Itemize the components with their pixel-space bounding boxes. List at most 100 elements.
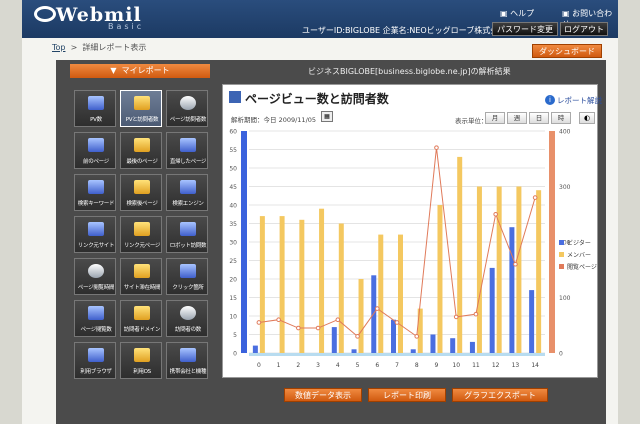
bar-visitor (529, 290, 535, 353)
unit-month-button[interactable]: 月 (485, 112, 505, 124)
line-point (473, 311, 479, 317)
y-tick-left: 55 (229, 147, 237, 154)
menu-item-label: 直帰したページ (169, 159, 207, 165)
analysis-period: 解析期間：今日 2009/11/05 (231, 116, 317, 124)
menu-item-label: 前のページ (83, 159, 109, 165)
y-tick-left: 50 (229, 166, 237, 173)
print-report-button[interactable]: レポート印刷 (368, 388, 446, 402)
bar-visitor (252, 345, 258, 353)
bar-member (398, 234, 403, 353)
line-point (296, 325, 301, 331)
logout-button[interactable]: ログアウト (560, 22, 608, 36)
bar-member (457, 156, 463, 353)
unit-week-button[interactable]: 週 (507, 112, 527, 124)
menu-item-15[interactable]: ページ閲覧数 (74, 300, 116, 337)
line-point (414, 334, 420, 339)
breadcrumb-sep: > (70, 43, 78, 52)
menu-item-19[interactable]: 利用OS (120, 342, 162, 379)
breadcrumb-top[interactable]: Top (52, 43, 66, 52)
x-tick: 4 (336, 362, 340, 369)
y-tick-left: 0 (233, 351, 237, 358)
menu-item-2[interactable]: ページ訪問者数 (166, 90, 208, 127)
os-icon (134, 348, 150, 362)
bar-member (319, 208, 325, 353)
visitor-count-icon (180, 306, 196, 320)
y-tick-right: 300 (559, 184, 571, 191)
menu-item-20[interactable]: 携帯会社と機種 (166, 342, 208, 379)
y-tick-right: 400 (559, 129, 571, 136)
y-tick-left: 35 (229, 221, 237, 228)
bar-visitor (450, 338, 456, 353)
unit-hour-button[interactable]: 時 (551, 112, 571, 124)
clock-dropdown-button[interactable]: ◐ (579, 112, 595, 124)
bar-visitor (391, 319, 396, 353)
menu-item-18[interactable]: 利用ブラウザ (74, 342, 116, 379)
left-axis-bar (241, 131, 247, 353)
bar-member (279, 216, 285, 353)
calendar-button[interactable]: ▦ (321, 111, 333, 122)
user-info: ユーザーID:BIGLOBE 企業名:NEOビッグローブ株式会社 (302, 26, 507, 35)
myreport-tab[interactable]: ▼ マイレポート (70, 64, 210, 78)
menu-item-6[interactable]: 検索キーワード (74, 174, 116, 211)
menu-item-3[interactable]: 前のページ (74, 132, 116, 169)
password-change-button[interactable]: パスワード変更 (492, 22, 558, 36)
menu-item-label: ページ閲覧時間 (77, 285, 115, 291)
chart-floor (249, 353, 545, 356)
menu-item-label: ページ閲覧数 (80, 327, 112, 333)
menu-item-17[interactable]: 訪問者の数 (166, 300, 208, 337)
menu-item-label: 検索後ページ (126, 201, 158, 207)
x-tick: 3 (316, 362, 320, 369)
menu-item-16[interactable]: 訪問者ドメイン (120, 300, 162, 337)
menu-item-label: 最後のページ (126, 159, 158, 165)
legend-swatch (559, 252, 564, 257)
menu-item-14[interactable]: クリック箇所 (166, 258, 208, 295)
line-point (532, 195, 538, 200)
menu-item-label: リンク元サイト (77, 243, 115, 249)
help-link[interactable]: ▣ ヘルプ (500, 8, 534, 19)
bar-member (516, 186, 522, 353)
y-tick-left: 10 (229, 314, 237, 321)
line-point (355, 334, 360, 339)
x-tick: 12 (492, 362, 500, 369)
bar-visitor (430, 334, 436, 353)
legend-label: メンバー (567, 252, 591, 259)
bounce-page-icon (180, 138, 196, 152)
line-point (374, 306, 380, 311)
menu-item-5[interactable]: 直帰したページ (166, 132, 208, 169)
bar-visitor (331, 327, 337, 353)
bar-member (437, 205, 443, 353)
chart-box: ページビュー数と訪問者数 i レポート解説 解析期間：今日 2009/11/05… (222, 84, 602, 378)
menu-item-13[interactable]: サイト滞在時間 (120, 258, 162, 295)
prev-page-icon (88, 138, 104, 152)
search-engine-icon (180, 180, 196, 194)
menu-item-12[interactable]: ページ閲覧時間 (74, 258, 116, 295)
report-help-link[interactable]: レポート解説 (557, 95, 602, 106)
bar-visitor (489, 267, 495, 353)
numeric-data-button[interactable]: 数値データ表示 (284, 388, 362, 402)
menu-item-4[interactable]: 最後のページ (120, 132, 162, 169)
menu-item-9[interactable]: リンク元サイト (74, 216, 116, 253)
menu-item-label: 訪問者の数 (174, 327, 201, 333)
browser-icon (88, 348, 104, 362)
dashboard-button[interactable]: ダッシュボード (532, 44, 602, 58)
graph-export-button[interactable]: グラフエクスポート (452, 388, 548, 402)
page-count-icon (88, 306, 104, 320)
info-icon[interactable]: i (545, 95, 555, 105)
menu-item-10[interactable]: リンク元ページ (120, 216, 162, 253)
menu-item-8[interactable]: 検索エンジン (166, 174, 208, 211)
link-site-icon (88, 222, 104, 236)
menu-item-0[interactable]: PV数 (74, 90, 116, 127)
menu-item-7[interactable]: 検索後ページ (120, 174, 162, 211)
bar-member (338, 223, 344, 353)
pv-icon (88, 96, 104, 110)
line-point (315, 325, 321, 331)
x-tick: 11 (472, 362, 480, 369)
menu-item-label: リンク元ページ (123, 243, 161, 249)
menu-item-11[interactable]: ロボット訪問数 (166, 216, 208, 253)
menu-item-1[interactable]: PVと訪問者数 (120, 90, 162, 127)
menu-item-label: PVと訪問者数 (125, 117, 159, 123)
bar-visitor (410, 349, 416, 353)
legend-swatch (559, 240, 564, 245)
x-tick: 13 (512, 362, 520, 369)
unit-day-button[interactable]: 日 (529, 112, 549, 124)
